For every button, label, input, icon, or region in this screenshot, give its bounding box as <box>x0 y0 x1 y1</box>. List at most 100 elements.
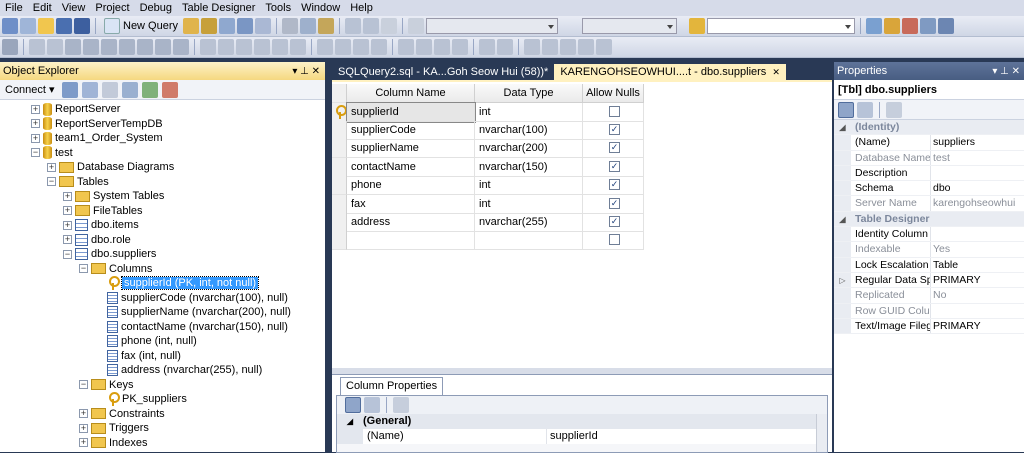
center-vertical-icon[interactable] <box>416 39 432 55</box>
data-type-cell[interactable]: nvarchar(200) <box>475 139 583 159</box>
vertical-spacing-icon[interactable] <box>371 39 387 55</box>
expand-toggle-icon[interactable]: + <box>63 220 72 230</box>
alphabetical-icon[interactable] <box>857 101 873 118</box>
column-name-cell[interactable]: address <box>347 212 475 232</box>
tree-node[interactable]: phone (int, null) <box>95 334 197 348</box>
generate-script-icon[interactable] <box>173 39 189 55</box>
menu-debug[interactable]: Debug <box>135 0 177 16</box>
expand-toggle-icon[interactable]: + <box>47 162 56 172</box>
delete-column-icon[interactable] <box>47 39 63 55</box>
expand-toggle-icon[interactable]: − <box>63 249 72 259</box>
horizontal-spacing-icon[interactable] <box>353 39 369 55</box>
find-combo[interactable] <box>707 18 856 34</box>
tree-node[interactable]: + dbo.role <box>63 233 131 247</box>
connect-button[interactable]: Connect ▾ <box>2 83 58 96</box>
tree-node[interactable]: − dbo.suppliers <box>63 247 156 261</box>
manage-indexes-icon[interactable] <box>83 39 99 55</box>
categorized-icon[interactable] <box>345 397 361 413</box>
tree-node[interactable]: + Database Diagrams <box>47 160 174 174</box>
row-header[interactable] <box>332 139 347 159</box>
property-value[interactable]: suppliers <box>931 135 975 149</box>
row-header[interactable] <box>332 194 347 214</box>
expand-toggle-icon[interactable]: + <box>79 423 88 433</box>
bring-to-front-icon[interactable] <box>434 39 450 55</box>
table-row[interactable] <box>332 231 644 251</box>
xml-index-icon[interactable] <box>119 39 135 55</box>
property-value[interactable]: PRIMARY <box>931 273 981 287</box>
expand-toggle-icon[interactable]: + <box>63 235 72 244</box>
zoom-icon[interactable] <box>578 39 594 55</box>
align-bottom-icon[interactable] <box>290 39 306 55</box>
allow-nulls-checkbox[interactable] <box>609 105 620 117</box>
column-name-cell[interactable]: phone <box>347 176 475 196</box>
disconnect-icon[interactable] <box>81 81 98 98</box>
align-top-icon[interactable] <box>254 39 270 55</box>
properties-window-icon[interactable] <box>884 18 901 34</box>
align-right-icon[interactable] <box>236 39 252 55</box>
close-tab-icon[interactable]: ✕ <box>772 64 780 80</box>
relationships-icon[interactable] <box>65 39 81 55</box>
allow-nulls-checkbox[interactable]: ✓ <box>609 179 620 191</box>
property-row[interactable]: ▷Regular Data SpacePRIMARY <box>834 272 1024 289</box>
property-row[interactable]: Description <box>834 165 1024 182</box>
allow-nulls-checkbox[interactable] <box>609 234 620 246</box>
tab-sql-query[interactable]: SQLQuery2.sql - KA...Goh Seow Hui (58))* <box>332 64 554 80</box>
property-row[interactable]: Lock Escalation Table <box>834 257 1024 273</box>
tree-node[interactable]: + FileTables <box>63 204 143 218</box>
redo-icon[interactable] <box>363 18 380 34</box>
property-value[interactable] <box>931 304 933 318</box>
collapse-icon[interactable]: ◢ <box>337 414 363 429</box>
center-horizontal-icon[interactable] <box>398 39 414 55</box>
tree-node[interactable]: + Indexes <box>79 436 148 450</box>
allow-nulls-checkbox[interactable]: ✓ <box>609 197 620 209</box>
data-type-cell[interactable]: nvarchar(150) <box>475 157 583 177</box>
filter-icon[interactable] <box>121 81 138 98</box>
dmx-query-icon[interactable] <box>237 18 254 34</box>
expand-toggle-icon[interactable]: + <box>79 409 88 418</box>
expand-toggle-icon[interactable]: − <box>31 148 40 157</box>
tree-node[interactable]: − Keys <box>79 378 133 392</box>
column-properties-tab[interactable]: Column Properties <box>340 377 444 395</box>
row-header[interactable] <box>332 176 347 196</box>
paste-icon[interactable] <box>318 18 335 34</box>
expand-toggle-icon[interactable]: + <box>31 119 40 128</box>
database-query-icon[interactable] <box>183 18 200 34</box>
tree-node[interactable]: fax (int, null) <box>95 349 181 363</box>
column-properties-scrollbar[interactable] <box>816 414 827 452</box>
tree-node[interactable]: − test <box>31 146 73 160</box>
tree-node[interactable]: + dbo.items <box>63 218 139 232</box>
property-row[interactable]: Schema dbo <box>834 181 1024 197</box>
column-name-cell[interactable] <box>347 231 475 251</box>
tree-node[interactable]: + ReportServer <box>31 102 120 116</box>
navigate-back-icon[interactable] <box>381 18 398 34</box>
expand-icon[interactable]: ◢ <box>834 120 851 135</box>
start-debug-icon[interactable] <box>408 18 425 34</box>
table-row[interactable]: address nvarchar(255) ✓ <box>332 212 644 232</box>
cut-icon[interactable] <box>282 18 299 34</box>
tree-node[interactable]: supplierId (PK, int, not null) <box>95 276 260 290</box>
pin-close-icons[interactable]: ▾ ⊥ ✕ <box>992 66 1024 77</box>
expand-toggle-icon[interactable]: − <box>47 177 56 186</box>
tree-node[interactable]: − Tables <box>47 175 109 189</box>
table-row[interactable]: supplierCode nvarchar(100) ✓ <box>332 120 644 140</box>
table-row[interactable]: supplierName nvarchar(200) ✓ <box>332 139 644 159</box>
tree-node[interactable]: + team1_Order_System <box>31 131 163 145</box>
property-value[interactable]: karengohseowhui <box>931 196 1015 210</box>
allow-nulls-checkbox[interactable]: ✓ <box>609 142 620 154</box>
property-category[interactable]: ◢ Table Designer <box>834 211 1024 228</box>
fulltext-index-icon[interactable] <box>101 39 117 55</box>
menu-tools[interactable]: Tools <box>260 0 296 16</box>
expand-toggle-icon[interactable]: − <box>79 380 88 389</box>
tree-node[interactable]: supplierName (nvarchar(200), null) <box>95 305 291 319</box>
connect-object-explorer-icon[interactable] <box>61 81 78 98</box>
tree-node[interactable]: contactName (nvarchar(150), null) <box>95 320 288 334</box>
column-name-cell[interactable]: contactName <box>347 157 475 177</box>
align-middle-icon[interactable] <box>272 39 288 55</box>
align-center-icon[interactable] <box>218 39 234 55</box>
tab-order-icon[interactable] <box>497 39 513 55</box>
property-pages-icon[interactable] <box>886 101 902 118</box>
align-left-icon[interactable] <box>200 39 216 55</box>
tree-node[interactable]: PK_suppliers <box>95 392 187 406</box>
column-name-cell[interactable]: supplierCode <box>347 120 475 140</box>
table-row[interactable]: fax int ✓ <box>332 194 644 214</box>
